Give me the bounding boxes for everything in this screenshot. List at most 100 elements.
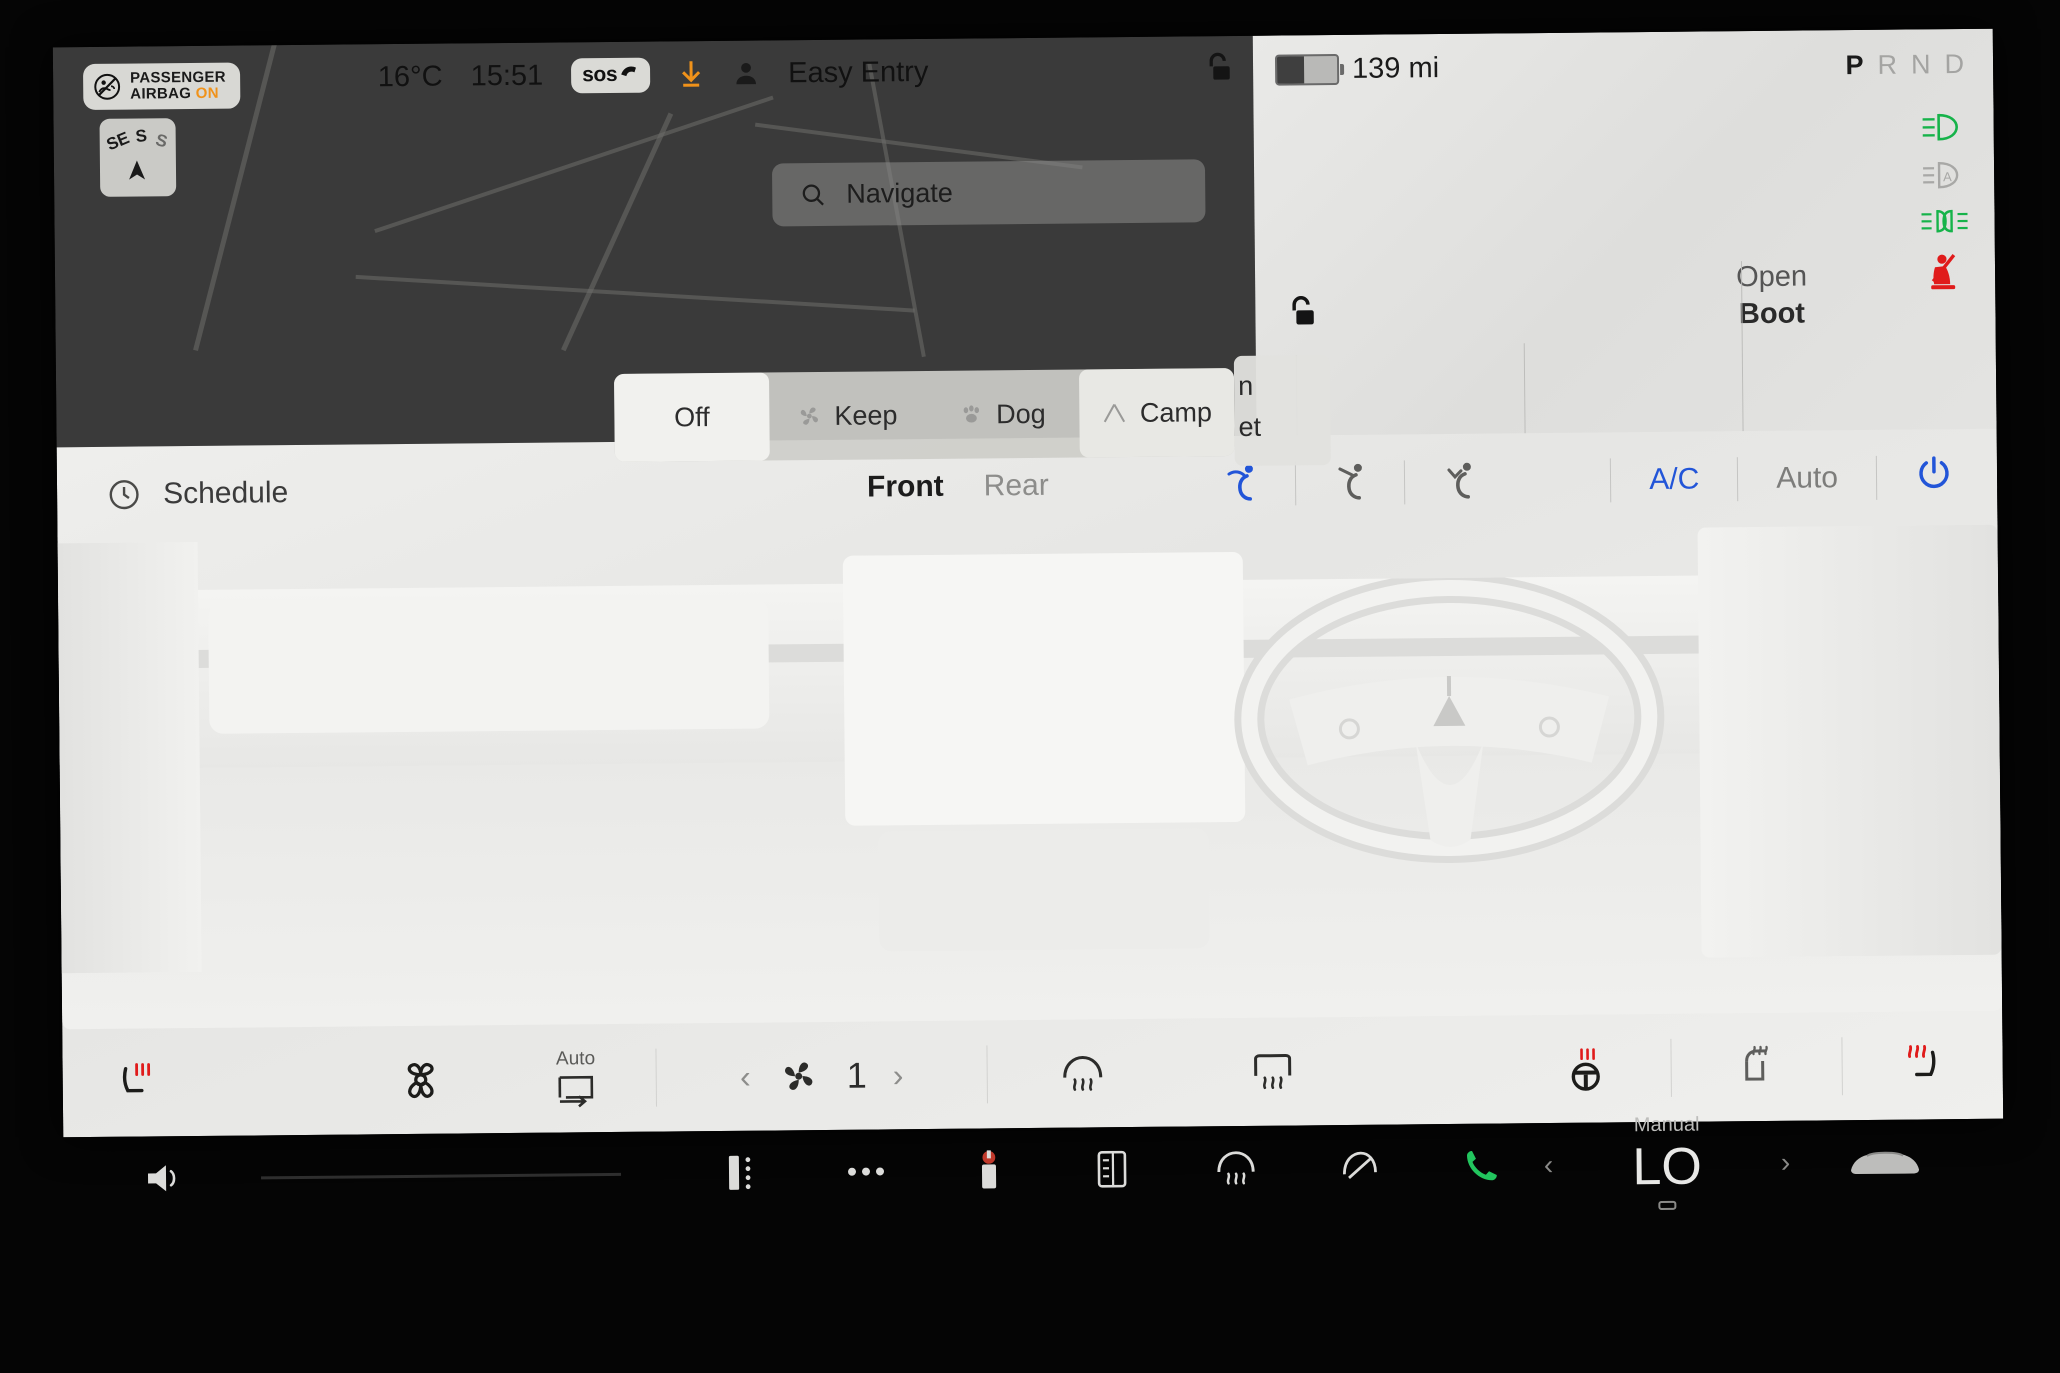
volume-button[interactable] — [80, 1157, 251, 1199]
airbag-line-2: AIRBAG ON — [130, 84, 219, 103]
auto-climate-button[interactable]: Auto — [1738, 461, 1876, 496]
search-icon — [802, 183, 824, 206]
car-interior-illustration — [57, 524, 2003, 1030]
range-indicator[interactable]: 139 mi — [1274, 52, 1439, 87]
airflow-face-feet-button[interactable] — [1296, 458, 1404, 507]
gear-p: P — [1845, 49, 1865, 81]
rear-defrost-button[interactable] — [1177, 1049, 1367, 1095]
fan-speed-stepper[interactable]: ‹ 1 › — [657, 1052, 987, 1099]
zone-tab-rear[interactable]: Rear — [984, 469, 1049, 504]
power-icon — [1919, 456, 1949, 489]
clock: 15:51 — [470, 59, 544, 92]
airbag-on-state: ON — [195, 84, 219, 102]
right-door-trim — [1697, 524, 2002, 958]
sos-button[interactable]: sos — [571, 57, 651, 93]
schedule-button[interactable]: Schedule — [107, 476, 288, 512]
gear-r: R — [1877, 49, 1899, 80]
unlocked-padlock-icon[interactable] — [1283, 293, 1319, 333]
wiper-heater-button[interactable] — [1671, 1042, 1841, 1092]
charging-button[interactable] — [927, 1148, 1051, 1193]
front-defrost-button[interactable] — [988, 1051, 1178, 1097]
climate-power-button[interactable] — [1877, 454, 1953, 501]
car-controls-icon — [729, 1155, 751, 1190]
left-seat-heater-button[interactable] — [63, 1058, 213, 1107]
passenger-airbag-off-icon — [94, 73, 121, 100]
ac-button[interactable]: A/C — [1611, 462, 1737, 497]
parking-lights-icon — [1921, 209, 1968, 233]
zone-tab-front[interactable]: Front — [867, 470, 944, 505]
recirculation-auto-label: Auto — [555, 1047, 596, 1070]
climate-right-controls[interactable]: A/C Auto — [1610, 454, 1953, 503]
car-controls-button[interactable] — [681, 1151, 805, 1194]
airflow-feet-button[interactable] — [1405, 457, 1513, 506]
steering-wheel-heater-button[interactable] — [1500, 1043, 1670, 1095]
wiper-button[interactable] — [1297, 1145, 1421, 1188]
apps-button[interactable] — [804, 1161, 927, 1182]
climate-panel[interactable]: Schedule Front Rear A/C Auto Auto ‹ 1 › — [56, 428, 2004, 1138]
battery-fill — [1276, 56, 1305, 84]
temperature-control[interactable]: Manual LO — [1553, 1114, 1782, 1214]
right-seat-heater-button[interactable] — [1842, 1040, 2002, 1092]
driver-profile-name[interactable]: Easy Entry — [788, 55, 929, 89]
mode-option-keep[interactable]: Keep — [769, 371, 925, 460]
volume-slider[interactable] — [260, 1172, 621, 1179]
car-status-panel[interactable]: 139 mi P R N D A Open Boot — [1252, 28, 1998, 496]
paw-icon — [963, 405, 979, 423]
compass-label-se: SE — [103, 128, 132, 155]
temp-decrease-button[interactable]: ‹ — [1544, 1149, 1554, 1181]
unlocked-padlock-icon[interactable] — [1201, 50, 1235, 88]
heated-steering-wheel-icon — [1571, 1048, 1600, 1091]
volume-icon — [148, 1165, 176, 1192]
airbag-text-block: PASSENGER AIRBAG ON — [130, 69, 226, 103]
temp-increase-button[interactable]: › — [1781, 1147, 1791, 1179]
software-update-download-icon[interactable] — [678, 58, 704, 90]
mode-label-camp: Camp — [1139, 396, 1213, 428]
seat-indicator-icon — [1658, 1200, 1677, 1210]
airflow-direction-group[interactable] — [1187, 457, 1513, 508]
compass-label-s2: S — [153, 130, 170, 152]
mode-option-off[interactable]: Off — [613, 372, 770, 462]
person-icon — [736, 62, 757, 85]
recirculation-button[interactable]: Auto — [495, 1047, 656, 1110]
wiper-icon — [1342, 1151, 1377, 1179]
compass-widget[interactable]: SE S S — [99, 118, 177, 197]
media-button[interactable] — [1050, 1148, 1174, 1191]
front-defrost-icon — [1217, 1151, 1255, 1185]
tent-icon — [1104, 403, 1126, 423]
phone-handset-icon — [621, 65, 637, 76]
bottom-app-bar[interactable]: ‹ Manual LO › — [79, 1101, 1980, 1239]
left-vent-panel — [208, 598, 770, 734]
rear-defrost-icon — [1254, 1054, 1292, 1090]
bioweapon-defense-button[interactable] — [346, 1056, 496, 1103]
appbar-front-defrost-button[interactable] — [1174, 1146, 1298, 1189]
keep-overlay-line-2: et — [1238, 411, 1262, 442]
mode-label-keep: Keep — [834, 399, 898, 431]
airflow-face-button[interactable] — [1187, 459, 1295, 508]
vehicle-view-button[interactable] — [1790, 1139, 1980, 1185]
clock-icon — [109, 480, 139, 510]
fan-speed-increase-button[interactable]: › — [893, 1057, 904, 1094]
auto-headlight-icon: A — [1923, 162, 1959, 189]
navigate-placeholder: Navigate — [846, 177, 953, 209]
left-door-trim — [57, 541, 202, 974]
mode-option-camp[interactable]: Camp — [1078, 368, 1235, 458]
tesla-touchscreen: PASSENGER AIRBAG ON SE S S 16°C 15:51 so… — [0, 0, 2060, 1373]
navigate-search-field[interactable]: Navigate — [771, 159, 1206, 227]
fan-icon — [800, 407, 818, 425]
airflow-feet-icon — [1447, 462, 1471, 499]
navigation-arrow-icon — [129, 160, 146, 180]
schedule-label: Schedule — [162, 476, 289, 511]
climate-zone-tabs[interactable]: Front Rear — [867, 469, 1049, 505]
gear-indicator: P R N D — [1845, 49, 1965, 81]
climate-keep-mode-selector[interactable]: Off Keep Dog Camp — [613, 368, 1235, 462]
open-boot-button[interactable]: Open Boot — [1736, 259, 1808, 334]
fan-speed-decrease-button[interactable]: ‹ — [740, 1058, 751, 1095]
seat-heater-left-icon — [122, 1063, 151, 1093]
seatbelt-warning-icon — [1931, 254, 1956, 290]
temperature-value: LO — [1632, 1137, 1703, 1197]
mode-option-dog[interactable]: Dog — [924, 370, 1080, 459]
compass-label-s: S — [134, 125, 149, 147]
charging-station-icon — [981, 1150, 997, 1189]
tesla-car-icon — [1851, 1151, 1920, 1175]
phone-button[interactable] — [1420, 1144, 1544, 1187]
